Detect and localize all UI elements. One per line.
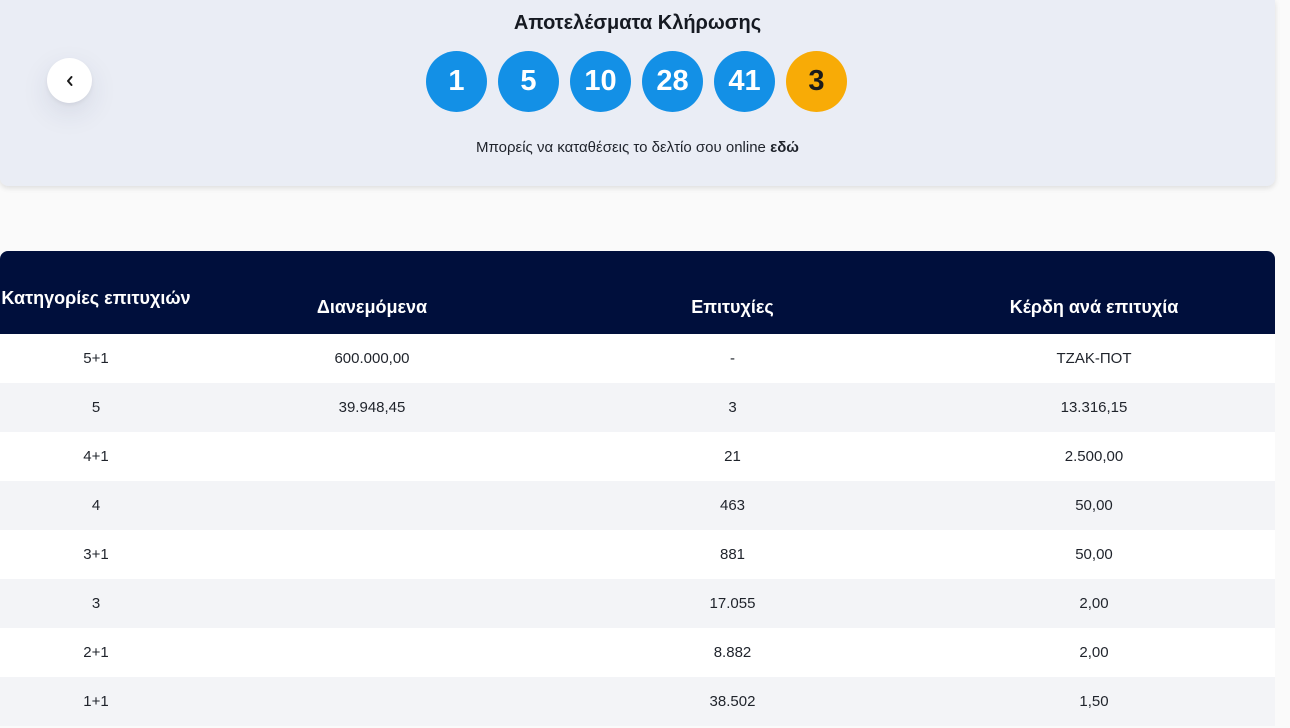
category-cell: 1+1 xyxy=(83,693,109,710)
prize-cell: 50,00 xyxy=(1075,546,1113,563)
results-title: Αποτελέσματα Κλήρωσης xyxy=(513,12,762,34)
winners-cell: 21 xyxy=(724,448,741,465)
prize-cell: ΤΖΑΚ-ΠΟΤ xyxy=(1056,350,1132,367)
chevron-left-icon xyxy=(66,75,72,86)
table-body: 5+1 600.000,00 - ΤΖΑΚ-ΠΟΤ 5 39.948,45 3 13.316,… xyxy=(0,334,1275,726)
category-cell: 2+1 xyxy=(83,644,109,661)
table-row: 1+1 38.502 1,50 xyxy=(0,677,1275,726)
table-row: 3 17.055 2,00 xyxy=(0,579,1275,628)
winners-cell: 463 xyxy=(719,497,746,514)
distributed-cell: 600.000,00 xyxy=(334,350,410,367)
online-ticket-text: Μπορείς να καταθέσεις το δελτίο σου onli… xyxy=(0,139,1275,156)
winners-cell: 17.055 xyxy=(709,595,756,612)
table-header: Κατηγορίες επιτυχιών Διανεμόμενα Επιτυχί… xyxy=(0,251,1275,334)
online-ticket-link[interactable]: εδώ xyxy=(770,139,799,156)
header-distributed: Διανεμόμενα xyxy=(316,296,428,317)
table-row: 4+1 21 2.500,00 xyxy=(0,432,1275,481)
category-cell: 5 xyxy=(91,399,101,416)
draw-results-card: Αποτελέσματα Κλήρωσης 1 5 10 28 41 3 Μπο… xyxy=(0,0,1275,186)
number-ball: 10 xyxy=(570,51,631,112)
category-cell: 4 xyxy=(91,497,101,514)
prize-cell: 2.500,00 xyxy=(1064,448,1124,465)
number-ball: 5 xyxy=(498,51,559,112)
table-row: 2+1 8.882 2,00 xyxy=(0,628,1275,677)
online-text-label: Μπορείς να καταθέσεις το δελτίο σου onli… xyxy=(476,139,771,156)
winners-cell: 8.882 xyxy=(713,644,752,661)
table-row: 4 463 50,00 xyxy=(0,481,1275,530)
header-prize-per-winner: Κέρδη ανά επιτυχία xyxy=(1009,296,1179,317)
prize-cell: 13.316,15 xyxy=(1060,399,1128,416)
prize-cell: 50,00 xyxy=(1075,497,1113,514)
table-row: 5+1 600.000,00 - ΤΖΑΚ-ΠΟΤ xyxy=(0,334,1275,383)
winning-numbers: 1 5 10 28 41 3 xyxy=(426,51,847,112)
number-ball: 1 xyxy=(426,51,487,112)
table-row: 5 39.948,45 3 13.316,15 xyxy=(0,383,1275,432)
joker-ball: 3 xyxy=(786,51,847,112)
category-cell: 3 xyxy=(91,595,101,612)
distributed-cell: 39.948,45 xyxy=(338,399,406,416)
number-ball: 41 xyxy=(714,51,775,112)
winners-cell: 38.502 xyxy=(709,693,756,710)
winners-cell: 881 xyxy=(719,546,746,563)
prize-cell: 1,50 xyxy=(1079,693,1109,710)
winners-cell: 3 xyxy=(728,399,737,416)
category-cell: 5+1 xyxy=(83,350,109,367)
header-categories: Κατηγορίες επιτυχιών xyxy=(1,288,191,308)
number-ball: 28 xyxy=(642,51,703,112)
header-winners: Επιτυχίες xyxy=(691,296,774,317)
table-row: 3+1 881 50,00 xyxy=(0,530,1275,579)
category-cell: 3+1 xyxy=(83,546,109,563)
back-button[interactable] xyxy=(47,58,92,103)
category-cell: 4+1 xyxy=(83,448,109,465)
prize-table: Κατηγορίες επιτυχιών Διανεμόμενα Επιτυχί… xyxy=(0,251,1275,726)
winners-cell: - xyxy=(730,350,735,367)
prize-cell: 2,00 xyxy=(1079,644,1109,661)
prize-cell: 2,00 xyxy=(1079,595,1109,612)
